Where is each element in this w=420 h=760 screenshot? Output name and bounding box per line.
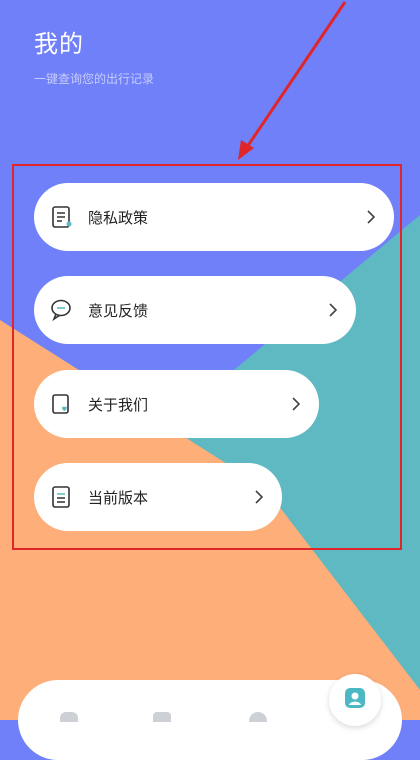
menu-item-feedback[interactable]: 意见反馈 xyxy=(34,276,356,344)
menu-item-label: 意见反馈 xyxy=(88,301,149,320)
menu-item-label: 隐私政策 xyxy=(88,208,149,227)
heart-card-icon xyxy=(50,392,72,416)
page-subtitle: 一键查询您的出行记录 xyxy=(34,72,155,86)
home-tab-icon[interactable] xyxy=(60,712,78,722)
menu-item-privacy-policy[interactable]: 隐私政策 xyxy=(34,183,394,251)
chevron-right-icon xyxy=(291,370,301,438)
menu-item-current-version[interactable]: 当前版本 xyxy=(34,463,282,531)
profile-tab-button[interactable] xyxy=(329,674,381,726)
menu-item-about-us[interactable]: 关于我们 xyxy=(34,370,319,438)
background-graphic xyxy=(0,0,420,720)
page-title: 我的 xyxy=(34,30,84,58)
trips-tab-icon[interactable] xyxy=(153,712,171,722)
chevron-right-icon xyxy=(366,183,376,251)
menu-item-label: 当前版本 xyxy=(88,488,149,507)
chevron-right-icon xyxy=(254,463,264,531)
chevron-right-icon xyxy=(328,276,338,344)
version-document-icon xyxy=(50,485,72,509)
document-icon xyxy=(50,205,72,229)
chat-bubble-icon xyxy=(50,298,72,322)
menu-item-label: 关于我们 xyxy=(88,395,149,414)
user-profile-icon xyxy=(343,685,367,715)
